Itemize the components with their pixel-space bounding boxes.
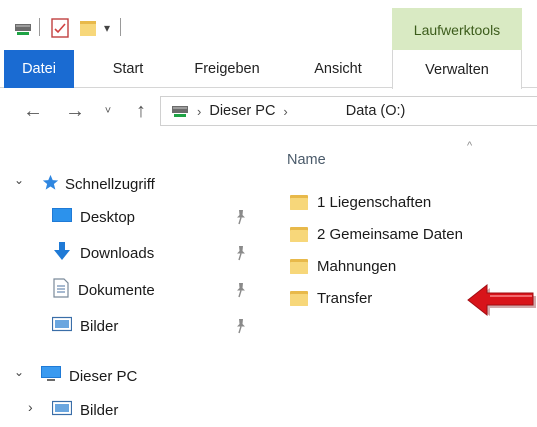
list-item-folder[interactable]: Mahnungen bbox=[290, 253, 396, 279]
customize-toolbar-icon[interactable]: ▾ bbox=[104, 18, 110, 38]
nav-label: Bilder bbox=[80, 317, 119, 335]
breadcrumb-this-pc[interactable]: Dieser PC bbox=[209, 103, 275, 119]
nav-item-documents[interactable]: Dokumente bbox=[52, 278, 155, 302]
tab-view[interactable]: Ansicht bbox=[298, 50, 378, 88]
toolbar-separator bbox=[120, 18, 121, 36]
folder-name: Mahnungen bbox=[317, 257, 397, 275]
ribbon-tabs: Datei Start Freigeben Ansicht Verwalten bbox=[0, 50, 537, 89]
red-pointer-arrow-icon bbox=[467, 283, 536, 317]
list-item-folder[interactable]: 1 Liegenschaften bbox=[290, 189, 431, 215]
desktop-icon bbox=[52, 207, 72, 227]
pictures-icon bbox=[51, 316, 73, 336]
pin-icon[interactable] bbox=[234, 245, 248, 261]
tab-share[interactable]: Freigeben bbox=[180, 50, 274, 88]
list-item-folder[interactable]: 2 Gemeinsame Daten bbox=[290, 221, 463, 247]
nav-item-quick-access[interactable]: Schnellzugriff bbox=[42, 172, 155, 196]
column-header-name[interactable]: Name bbox=[287, 152, 326, 168]
drive-icon[interactable] bbox=[14, 18, 32, 38]
nav-label: Desktop bbox=[80, 208, 136, 226]
nav-item-this-pc[interactable]: Dieser PC bbox=[40, 364, 137, 388]
folder-name: 1 Liegenschaften bbox=[317, 193, 432, 211]
breadcrumb-chevron-icon[interactable]: › bbox=[283, 104, 287, 119]
tab-start[interactable]: Start bbox=[96, 50, 160, 88]
folder-icon bbox=[290, 258, 308, 274]
breadcrumb-chevron-icon[interactable]: › bbox=[197, 104, 201, 119]
nav-label: Schnellzugriff bbox=[65, 175, 155, 193]
back-arrow-icon[interactable]: ← bbox=[20, 98, 46, 124]
nav-label: Dokumente bbox=[78, 281, 155, 299]
sort-ascending-icon: ^ bbox=[467, 140, 473, 152]
folder-name: Transfer bbox=[317, 289, 373, 307]
drive-tools-context-label: Laufwerktools bbox=[392, 8, 522, 52]
tab-manage[interactable]: Verwalten bbox=[392, 50, 522, 89]
collapse-chevron-icon[interactable]: › bbox=[28, 399, 33, 415]
download-arrow-icon bbox=[52, 241, 72, 265]
up-arrow-icon[interactable]: ↑ bbox=[128, 98, 154, 124]
properties-icon[interactable] bbox=[50, 18, 70, 38]
pin-icon[interactable] bbox=[234, 318, 248, 334]
nav-label: Dieser PC bbox=[69, 367, 138, 385]
nav-item-pictures-pc[interactable]: Bilder bbox=[51, 398, 119, 422]
star-icon bbox=[42, 174, 59, 195]
computer-drive-icon bbox=[171, 103, 189, 119]
nav-item-pictures[interactable]: Bilder bbox=[51, 314, 119, 338]
forward-arrow-icon[interactable]: → bbox=[62, 98, 88, 124]
document-icon bbox=[52, 278, 70, 302]
title-bar: ▾ Laufwerktools bbox=[0, 0, 537, 52]
nav-item-downloads[interactable]: Downloads bbox=[52, 241, 154, 265]
navigation-bar: ← → ˅ ↑ › Dieser PC › Data (O:) bbox=[0, 92, 537, 130]
navigation-pane: ⌄ Schnellzugriff Desktop Downloads Dokum… bbox=[0, 150, 262, 427]
list-item-folder[interactable]: Transfer bbox=[290, 285, 372, 311]
pin-icon[interactable] bbox=[234, 209, 248, 225]
address-bar[interactable]: › Dieser PC › Data (O:) bbox=[160, 96, 537, 126]
file-list: ^ Name 1 Liegenschaften 2 Gemeinsame Dat… bbox=[262, 130, 537, 427]
nav-item-desktop[interactable]: Desktop bbox=[52, 205, 135, 229]
toolbar-separator bbox=[39, 18, 40, 36]
folder-icon bbox=[290, 194, 308, 210]
tab-file[interactable]: Datei bbox=[4, 50, 74, 88]
breadcrumb-data-drive[interactable]: Data (O:) bbox=[346, 103, 406, 119]
folder-icon bbox=[290, 226, 308, 242]
pin-icon[interactable] bbox=[234, 282, 248, 298]
expand-chevron-icon[interactable]: ⌄ bbox=[14, 173, 24, 187]
nav-label: Downloads bbox=[80, 244, 155, 262]
recent-locations-chevron-icon[interactable]: ˅ bbox=[100, 98, 116, 124]
folder-name: 2 Gemeinsame Daten bbox=[317, 225, 463, 243]
nav-label: Bilder bbox=[80, 401, 119, 419]
new-folder-icon[interactable] bbox=[78, 18, 98, 38]
computer-icon bbox=[40, 365, 62, 387]
expand-chevron-icon[interactable]: ⌄ bbox=[14, 365, 24, 379]
folder-icon bbox=[290, 290, 308, 306]
pictures-icon bbox=[51, 400, 73, 420]
